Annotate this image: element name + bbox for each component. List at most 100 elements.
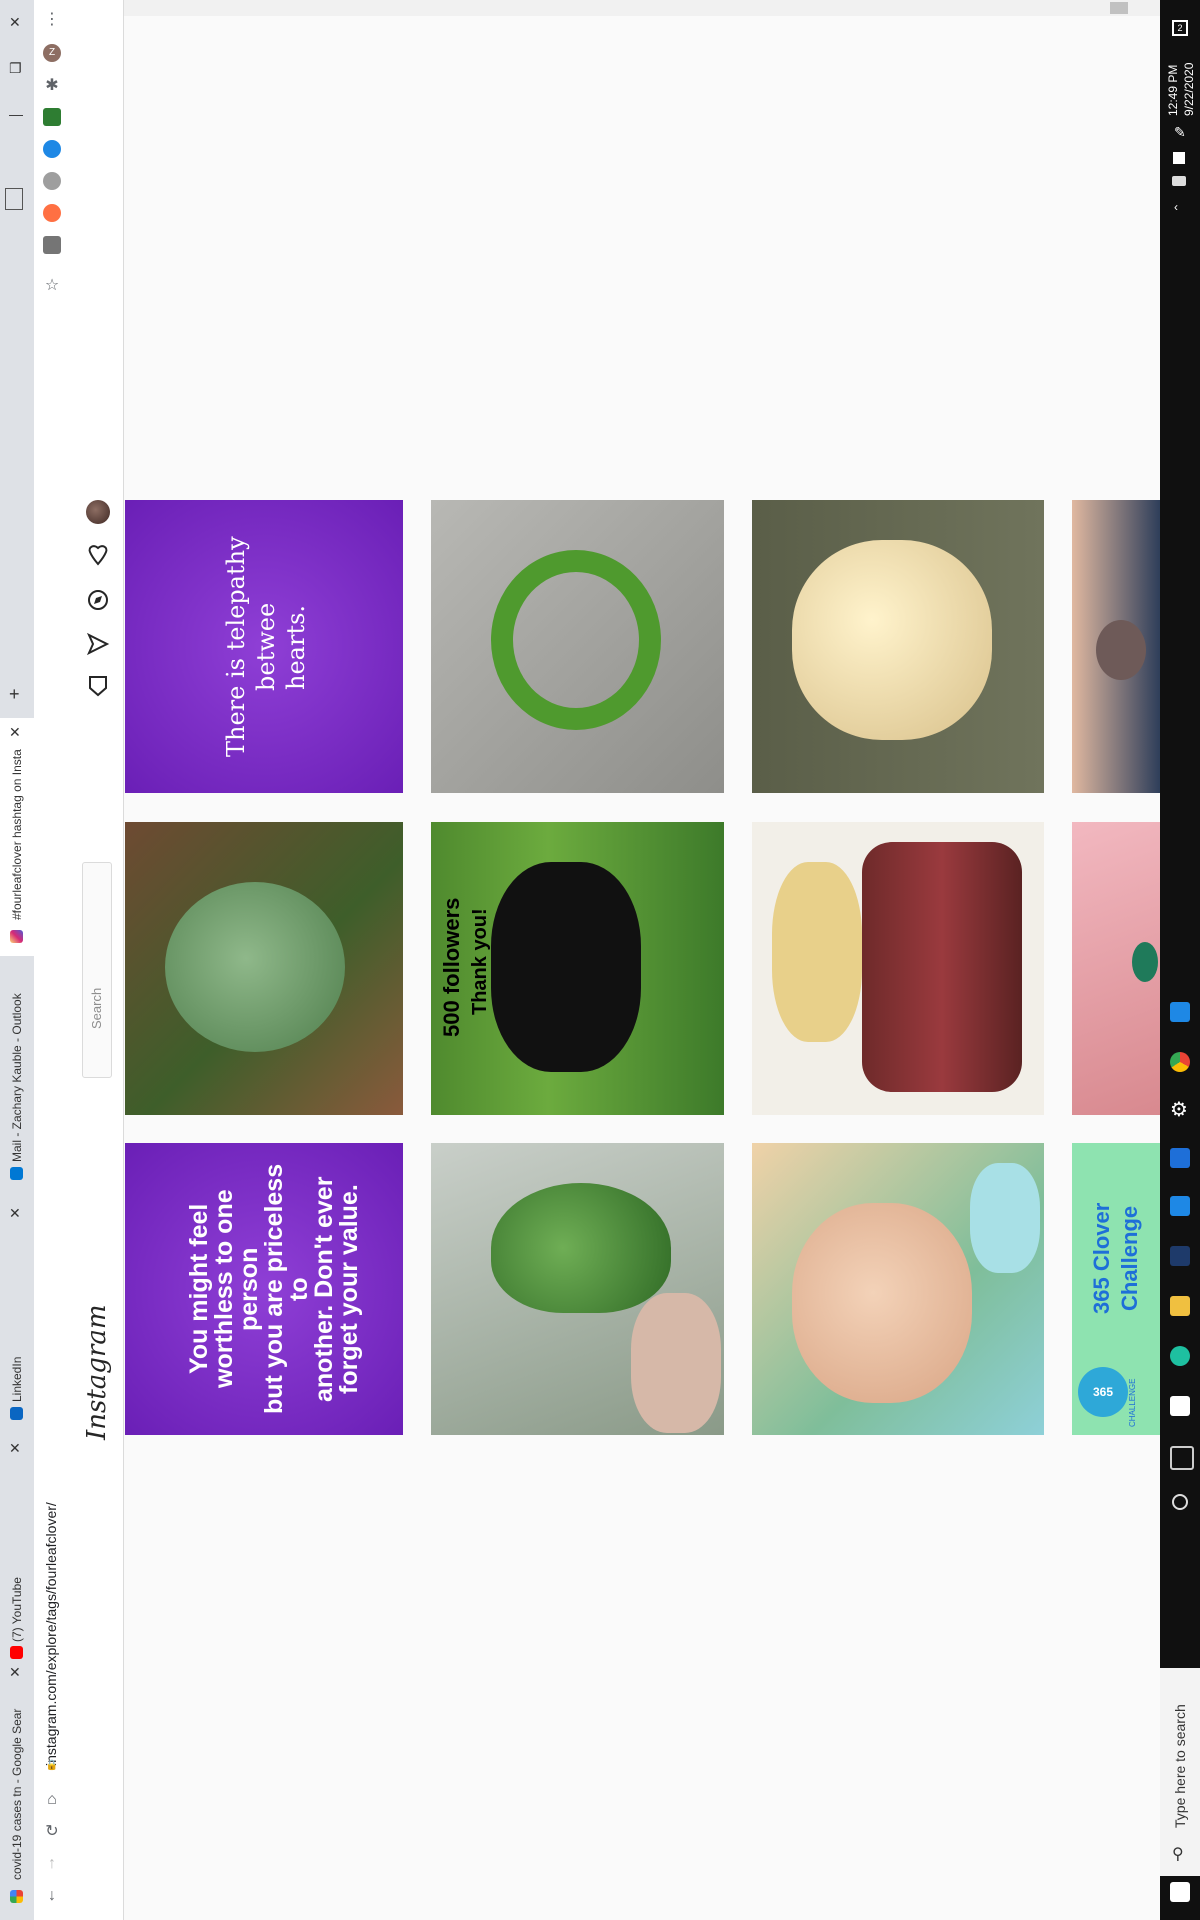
tab-youtube[interactable]: (7) YouTube [0,1440,34,1659]
tab-linkedin[interactable]: LinkedIn ✕ [0,1200,34,1456]
post-tile[interactable] [125,822,403,1115]
post-tile[interactable]: 500 followers Thank you! [431,822,724,1115]
cabbage-image [772,862,862,1042]
instagram-header: Instagram Search [70,0,124,1920]
extension-blue-icon[interactable] [43,140,61,158]
post-tile[interactable]: There is telepathy betwee hearts. [125,500,403,793]
app-icon[interactable] [1170,1002,1190,1022]
windows-taskbar: ⚙ ‹ ✎ 12:49 PM 9/22/2020 2 [1160,0,1200,1920]
mail-icon[interactable] [1170,1196,1190,1216]
task-view-icon[interactable] [1170,1446,1194,1470]
cortana-icon[interactable] [1172,1494,1188,1510]
google-icon [10,1890,23,1903]
gold-clover-image [792,540,992,740]
clover-ring-image [491,550,661,730]
profile-avatar[interactable] [86,500,110,524]
tattoo-image [1096,620,1146,680]
scrollbar-thumb[interactable] [1110,2,1128,14]
search-input[interactable]: Search [82,862,112,1078]
address-bar[interactable]: instagram.com/explore/tags/fourleafclove… [43,1476,59,1766]
extension-g-icon[interactable] [43,236,61,254]
start-windows-icon[interactable] [1170,1882,1190,1902]
photoshop-icon[interactable] [1170,1246,1190,1266]
clover-leaf-image [491,1183,671,1313]
post-tile[interactable]: 365 Clover Challenge 365 CHALLENGE [1072,1143,1160,1435]
direct-message-icon[interactable] [86,632,110,656]
tab-label: Mail - Zachary Kauble - Outlook [10,993,24,1162]
taskbar-search-placeholder: Type here to search [1172,1704,1188,1828]
tab-close-icon[interactable]: ✕ [9,1440,21,1457]
menu-icon[interactable]: ⋮ [42,10,62,30]
window-close-button[interactable]: ✕ [9,14,21,31]
taskbar-date[interactable]: 9/22/2020 [1182,52,1196,116]
explore-compass-icon[interactable] [86,588,110,612]
instagram-logo[interactable]: Instagram [82,1304,112,1440]
post-tile[interactable] [431,500,724,793]
profile-avatar[interactable]: Z [43,44,61,62]
activity-heart-icon[interactable] [86,544,110,568]
extension-circle-icon[interactable] [43,172,61,190]
taskbar-time[interactable]: 12:49 PM [1166,56,1180,116]
challenge-badge-label: CHALLENGE [1128,1378,1137,1428]
post-caption-text: There is telepathy betwee hearts. [222,536,310,758]
post-tile[interactable] [752,500,1044,793]
dropbox-icon[interactable] [1173,152,1185,164]
post-tile[interactable] [1072,500,1160,793]
notification-icon[interactable]: 2 [1172,20,1188,36]
tab-label: covid-19 cases tn - Google Sear [10,1708,24,1880]
new-tab-button[interactable]: + [9,684,20,705]
child-face-image [792,1203,972,1403]
challenge-badge-icon: 365 [1078,1367,1128,1417]
office-icon[interactable] [1170,1396,1190,1416]
tab-close-icon[interactable]: ✕ [9,724,21,741]
settings-gear-icon[interactable]: ⚙ [1170,1100,1190,1120]
outlook-app-icon[interactable] [1170,1148,1190,1168]
post-tile[interactable] [1072,822,1160,1115]
browser-toolbar: ⋮ Z ✱ ☆ instagram.com/explore/tags/fourl… [34,0,71,1920]
file-explorer-icon[interactable] [1170,1296,1190,1316]
horizontal-scrollbar[interactable] [70,0,1160,16]
lock-icon: 🔒 [45,1760,59,1771]
youtube-icon [10,1646,23,1659]
tab-label: (7) YouTube [10,1577,24,1642]
chrome-icon[interactable] [1170,1052,1190,1072]
hand-image [631,1293,721,1433]
shirt-image [970,1163,1040,1273]
window-minimize-button[interactable]: — [9,106,23,122]
tab-label: LinkedIn [10,1356,24,1402]
chevron-up-icon[interactable]: ‹ [1174,200,1178,214]
home-icon[interactable]: ⌂ [42,1790,62,1810]
post-tile[interactable] [752,1143,1044,1435]
post-tile[interactable]: You might feel worthless to one person b… [125,1143,403,1435]
tab-strip: ✕ ❐ — covid-19 cases tn - Google Sear ✕ … [0,0,34,1920]
search-placeholder: Search [89,987,104,1029]
post-tile[interactable] [431,1143,724,1435]
window-restore-button[interactable]: ❐ [9,60,22,77]
extension-chart-icon[interactable] [43,108,61,126]
search-icon: ⚲ [1172,1846,1184,1863]
extension-orange-icon[interactable] [43,204,61,222]
tab-label: #fourleafclover hashtag on Insta [10,749,24,920]
post-caption-text: 365 Clover Challenge [1089,1202,1142,1314]
home-icon[interactable] [86,674,110,698]
tab-close-icon[interactable]: ✕ [9,1205,21,1222]
tab-search-icon[interactable] [5,188,23,210]
post-tile[interactable] [752,822,1044,1115]
bookmark-star-icon[interactable]: ☆ [42,276,62,296]
taskbar-search-box[interactable]: Type here to search ⚲ [1160,1668,1200,1876]
edge-icon[interactable] [1170,1346,1190,1366]
tab-instagram[interactable]: #fourleafclover hashtag on Insta ✕ [0,718,34,956]
instagram-icon [10,930,23,943]
tab-outlook[interactable]: Mail - Zachary Kauble - Outlook ✕ [0,960,34,1221]
tab-google[interactable]: covid-19 cases tn - Google Sear ✕ [0,1654,34,1920]
post-caption-text: 500 followers [439,897,464,1037]
back-icon[interactable]: ↓ [42,1886,62,1906]
tab-close-icon[interactable]: ✕ [9,1664,21,1681]
pen-icon[interactable]: ✎ [1174,124,1186,141]
dog-image [491,862,641,1072]
extensions-icon[interactable]: ✱ [42,76,62,96]
clover-plant-image [165,882,345,1052]
onedrive-icon[interactable] [1172,176,1186,186]
reload-icon[interactable]: ↻ [42,1822,62,1842]
forward-icon[interactable]: ↑ [42,1854,62,1874]
